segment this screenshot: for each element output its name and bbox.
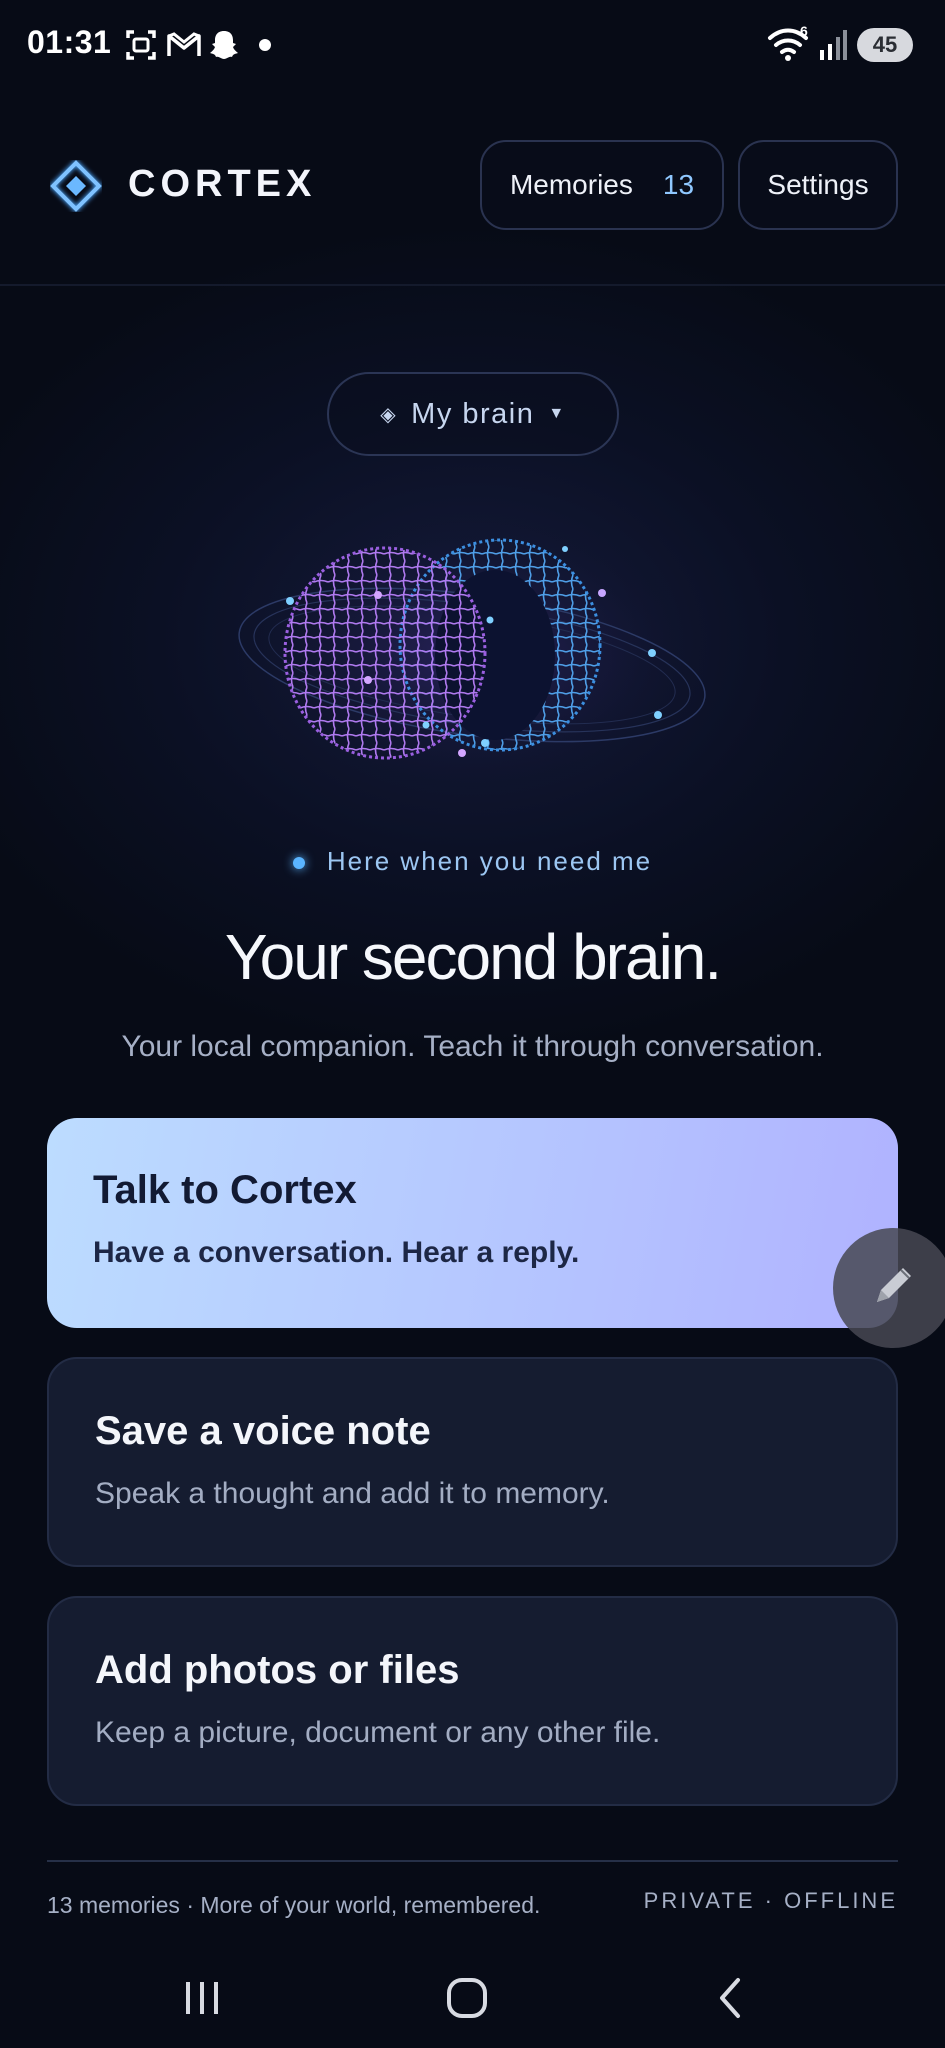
card-title: Talk to Cortex — [93, 1168, 357, 1212]
card-title: Add photos or files — [95, 1648, 460, 1692]
card-description: Speak a thought and add it to memory. — [95, 1477, 610, 1510]
memory-summary: 13 memories · More of your world, rememb… — [47, 1892, 541, 1918]
tagline-text: Here when you need me — [326, 846, 653, 876]
wifi-icon: 6 — [766, 23, 812, 69]
brain-illustration — [230, 505, 715, 795]
brain-selector-dropdown[interactable]: ◈ My brain ▼ — [327, 372, 619, 456]
memories-button[interactable]: Memories 13 — [480, 140, 724, 230]
recents-icon[interactable] — [162, 1962, 242, 2034]
chevron-down-icon: ▼ — [548, 405, 566, 422]
status-bar: 01:31 6 45 — [0, 0, 945, 90]
navigation-bar — [0, 1948, 945, 2048]
add-photos-files-card[interactable]: Add photos or files Keep a picture, docu… — [47, 1596, 898, 1806]
cortex-logo-icon — [49, 159, 103, 213]
wifi-badge: 6 — [800, 24, 808, 39]
footer-divider — [47, 1860, 898, 1862]
back-icon[interactable] — [692, 1962, 772, 2034]
save-voice-note-card[interactable]: Save a voice note Speak a thought and ad… — [47, 1357, 898, 1567]
brain-selector-label: My brain — [411, 397, 535, 430]
privacy-status: PRIVATE · OFFLINE — [643, 1888, 898, 1913]
card-description: Have a conversation. Hear a reply. — [93, 1236, 580, 1269]
status-tagline: Here when you need me — [0, 846, 945, 877]
page-title: Your second brain. — [224, 921, 722, 993]
status-time: 01:31 — [27, 24, 112, 60]
gmail-icon — [166, 28, 202, 67]
pencil-icon — [863, 1256, 923, 1321]
settings-button[interactable]: Settings — [738, 140, 898, 230]
app-brand: CORTEX — [128, 163, 317, 205]
header-divider — [0, 284, 945, 286]
battery-indicator: 45 — [857, 28, 913, 62]
talk-to-cortex-card[interactable]: Talk to Cortex Have a conversation. Hear… — [47, 1118, 898, 1328]
page-subtitle: Your local companion. Teach it through c… — [121, 1030, 824, 1063]
memories-count: 13 — [662, 169, 695, 200]
floating-edit-button[interactable] — [833, 1228, 945, 1348]
app-header: CORTEX Memories 13 Settings — [0, 130, 945, 240]
memories-label: Memories — [509, 169, 633, 200]
notification-dot-icon — [258, 38, 272, 57]
signal-icon — [818, 28, 848, 67]
card-description: Keep a picture, document or any other fi… — [95, 1716, 661, 1749]
card-title: Save a voice note — [95, 1409, 431, 1453]
home-screen: 01:31 6 45 CORTEX Memories 13 Settings ◈… — [0, 0, 945, 2048]
snapchat-icon — [207, 28, 241, 67]
home-icon[interactable] — [427, 1962, 507, 2034]
diamond-icon: ◈ — [380, 403, 398, 426]
screenshot-icon — [124, 28, 158, 67]
online-dot-icon — [292, 857, 305, 870]
